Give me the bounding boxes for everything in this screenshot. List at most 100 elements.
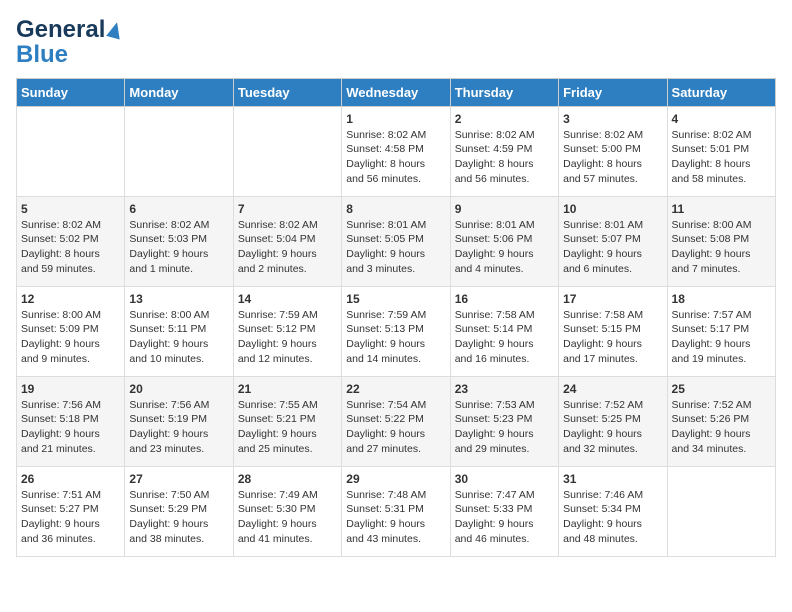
- day-info: Sunrise: 8:02 AM Sunset: 5:02 PM Dayligh…: [21, 218, 120, 277]
- calendar-cell: 27 Sunrise: 7:50 AM Sunset: 5:29 PM Dayli…: [125, 466, 233, 556]
- day-info: Sunrise: 8:02 AM Sunset: 5:01 PM Dayligh…: [672, 128, 771, 187]
- logo-general: General: [16, 16, 105, 44]
- day-number: 18: [672, 292, 771, 306]
- week-row-1: 1 Sunrise: 8:02 AM Sunset: 4:58 PM Daylig…: [17, 106, 776, 196]
- day-number: 21: [238, 382, 337, 396]
- day-info: Sunrise: 7:48 AM Sunset: 5:31 PM Dayligh…: [346, 488, 445, 547]
- calendar-cell: 5 Sunrise: 8:02 AM Sunset: 5:02 PM Daylig…: [17, 196, 125, 286]
- day-number: 19: [21, 382, 120, 396]
- page-header: General Blue: [16, 16, 776, 66]
- day-info: Sunrise: 8:00 AM Sunset: 5:09 PM Dayligh…: [21, 308, 120, 367]
- day-number: 30: [455, 472, 554, 486]
- day-info: Sunrise: 7:59 AM Sunset: 5:13 PM Dayligh…: [346, 308, 445, 367]
- calendar-cell: 1 Sunrise: 8:02 AM Sunset: 4:58 PM Daylig…: [342, 106, 450, 196]
- day-info: Sunrise: 8:01 AM Sunset: 5:07 PM Dayligh…: [563, 218, 662, 277]
- calendar-cell: 15 Sunrise: 7:59 AM Sunset: 5:13 PM Dayli…: [342, 286, 450, 376]
- calendar-cell: 25 Sunrise: 7:52 AM Sunset: 5:26 PM Dayli…: [667, 376, 775, 466]
- col-header-wednesday: Wednesday: [342, 78, 450, 106]
- week-row-5: 26Sunrise: 7:51 AM Sunset: 5:27 PM Dayli…: [17, 466, 776, 556]
- week-row-3: 12 Sunrise: 8:00 AM Sunset: 5:09 PM Dayli…: [17, 286, 776, 376]
- day-number: 22: [346, 382, 445, 396]
- day-number: 23: [455, 382, 554, 396]
- calendar-cell: 29Sunrise: 7:48 AM Sunset: 5:31 PM Dayli…: [342, 466, 450, 556]
- day-number: 11: [672, 202, 771, 216]
- day-info: Sunrise: 7:55 AM Sunset: 5:21 PM Dayligh…: [238, 398, 337, 457]
- day-number: 4: [672, 112, 771, 126]
- day-info: Sunrise: 8:00 AM Sunset: 5:11 PM Dayligh…: [129, 308, 228, 367]
- calendar-cell: 4 Sunrise: 8:02 AM Sunset: 5:01 PM Daylig…: [667, 106, 775, 196]
- day-number: 28: [238, 472, 337, 486]
- day-number: 27: [129, 472, 228, 486]
- day-number: 6: [129, 202, 228, 216]
- calendar-cell: [667, 466, 775, 556]
- calendar-cell: 6Sunrise: 8:02 AM Sunset: 5:03 PM Daylig…: [125, 196, 233, 286]
- calendar-cell: [233, 106, 341, 196]
- col-header-thursday: Thursday: [450, 78, 558, 106]
- day-info: Sunrise: 7:53 AM Sunset: 5:23 PM Dayligh…: [455, 398, 554, 457]
- calendar-cell: 19Sunrise: 7:56 AM Sunset: 5:18 PM Dayli…: [17, 376, 125, 466]
- day-info: Sunrise: 8:00 AM Sunset: 5:08 PM Dayligh…: [672, 218, 771, 277]
- calendar-cell: 8 Sunrise: 8:01 AM Sunset: 5:05 PM Daylig…: [342, 196, 450, 286]
- day-info: Sunrise: 8:02 AM Sunset: 5:00 PM Dayligh…: [563, 128, 662, 187]
- day-number: 12: [21, 292, 120, 306]
- calendar-cell: 11 Sunrise: 8:00 AM Sunset: 5:08 PM Dayli…: [667, 196, 775, 286]
- day-number: 10: [563, 202, 662, 216]
- calendar-cell: 31 Sunrise: 7:46 AM Sunset: 5:34 PM Dayli…: [559, 466, 667, 556]
- calendar-table: SundayMondayTuesdayWednesdayThursdayFrid…: [16, 78, 776, 557]
- col-header-tuesday: Tuesday: [233, 78, 341, 106]
- day-info: Sunrise: 7:56 AM Sunset: 5:19 PM Dayligh…: [129, 398, 228, 457]
- day-info: Sunrise: 7:59 AM Sunset: 5:12 PM Dayligh…: [238, 308, 337, 367]
- logo-blue: Blue: [16, 44, 68, 66]
- calendar-cell: 7 Sunrise: 8:02 AM Sunset: 5:04 PM Daylig…: [233, 196, 341, 286]
- calendar-cell: 2 Sunrise: 8:02 AM Sunset: 4:59 PM Daylig…: [450, 106, 558, 196]
- day-number: 31: [563, 472, 662, 486]
- calendar-cell: 13 Sunrise: 8:00 AM Sunset: 5:11 PM Dayli…: [125, 286, 233, 376]
- calendar-cell: 30Sunrise: 7:47 AM Sunset: 5:33 PM Dayli…: [450, 466, 558, 556]
- day-info: Sunrise: 8:02 AM Sunset: 4:59 PM Dayligh…: [455, 128, 554, 187]
- calendar-cell: [17, 106, 125, 196]
- col-header-friday: Friday: [559, 78, 667, 106]
- day-info: Sunrise: 8:01 AM Sunset: 5:05 PM Dayligh…: [346, 218, 445, 277]
- calendar-cell: 3 Sunrise: 8:02 AM Sunset: 5:00 PM Daylig…: [559, 106, 667, 196]
- day-number: 5: [21, 202, 120, 216]
- day-number: 9: [455, 202, 554, 216]
- day-number: 16: [455, 292, 554, 306]
- calendar-cell: 20Sunrise: 7:56 AM Sunset: 5:19 PM Dayli…: [125, 376, 233, 466]
- day-info: Sunrise: 7:58 AM Sunset: 5:14 PM Dayligh…: [455, 308, 554, 367]
- calendar-cell: 23 Sunrise: 7:53 AM Sunset: 5:23 PM Dayli…: [450, 376, 558, 466]
- col-header-saturday: Saturday: [667, 78, 775, 106]
- day-number: 8: [346, 202, 445, 216]
- day-info: Sunrise: 8:02 AM Sunset: 5:04 PM Dayligh…: [238, 218, 337, 277]
- day-info: Sunrise: 7:50 AM Sunset: 5:29 PM Dayligh…: [129, 488, 228, 547]
- calendar-cell: 16 Sunrise: 7:58 AM Sunset: 5:14 PM Dayli…: [450, 286, 558, 376]
- day-number: 7: [238, 202, 337, 216]
- calendar-cell: 9Sunrise: 8:01 AM Sunset: 5:06 PM Daylig…: [450, 196, 558, 286]
- day-number: 24: [563, 382, 662, 396]
- day-number: 17: [563, 292, 662, 306]
- calendar-cell: 12 Sunrise: 8:00 AM Sunset: 5:09 PM Dayli…: [17, 286, 125, 376]
- week-row-2: 5 Sunrise: 8:02 AM Sunset: 5:02 PM Daylig…: [17, 196, 776, 286]
- day-info: Sunrise: 7:52 AM Sunset: 5:25 PM Dayligh…: [563, 398, 662, 457]
- calendar-cell: 10 Sunrise: 8:01 AM Sunset: 5:07 PM Dayli…: [559, 196, 667, 286]
- week-row-4: 19Sunrise: 7:56 AM Sunset: 5:18 PM Dayli…: [17, 376, 776, 466]
- day-info: Sunrise: 7:46 AM Sunset: 5:34 PM Dayligh…: [563, 488, 662, 547]
- day-info: Sunrise: 8:02 AM Sunset: 4:58 PM Dayligh…: [346, 128, 445, 187]
- day-info: Sunrise: 7:58 AM Sunset: 5:15 PM Dayligh…: [563, 308, 662, 367]
- day-info: Sunrise: 7:57 AM Sunset: 5:17 PM Dayligh…: [672, 308, 771, 367]
- day-number: 26: [21, 472, 120, 486]
- logo-triangle-icon: [107, 20, 125, 39]
- day-info: Sunrise: 7:52 AM Sunset: 5:26 PM Dayligh…: [672, 398, 771, 457]
- day-number: 25: [672, 382, 771, 396]
- logo: General Blue: [16, 16, 122, 66]
- day-number: 13: [129, 292, 228, 306]
- day-number: 3: [563, 112, 662, 126]
- day-number: 2: [455, 112, 554, 126]
- calendar-cell: 26Sunrise: 7:51 AM Sunset: 5:27 PM Dayli…: [17, 466, 125, 556]
- col-header-monday: Monday: [125, 78, 233, 106]
- calendar-cell: [125, 106, 233, 196]
- calendar-cell: 18 Sunrise: 7:57 AM Sunset: 5:17 PM Dayli…: [667, 286, 775, 376]
- day-number: 14: [238, 292, 337, 306]
- calendar-cell: 14 Sunrise: 7:59 AM Sunset: 5:12 PM Dayli…: [233, 286, 341, 376]
- day-number: 1: [346, 112, 445, 126]
- day-number: 15: [346, 292, 445, 306]
